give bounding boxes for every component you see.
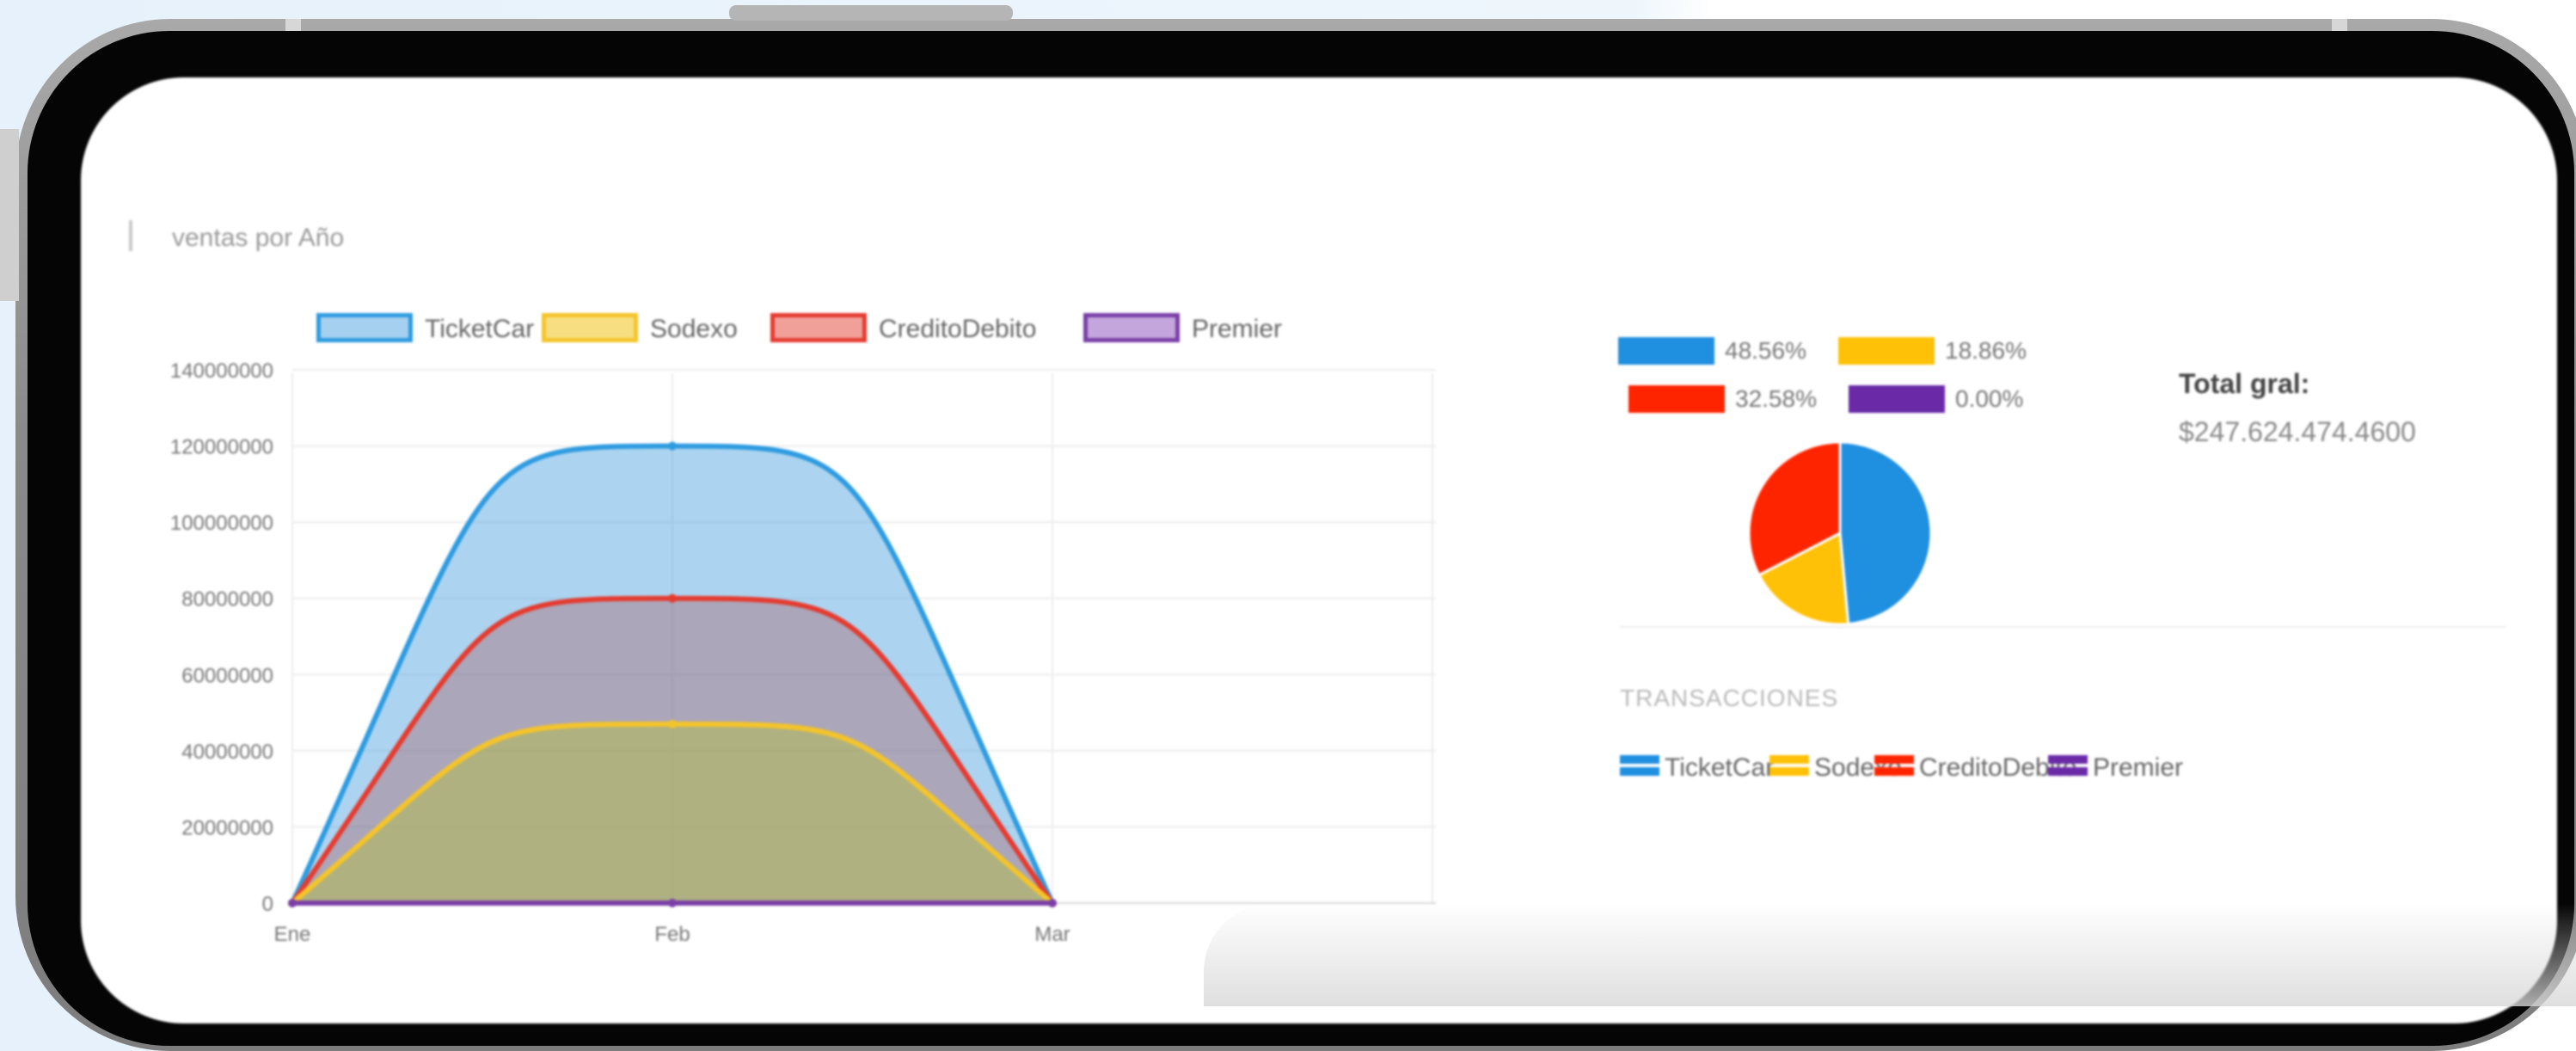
legend-swatch [1083, 313, 1180, 342]
data-point [668, 899, 677, 907]
y-tick-label: 120000000 [170, 436, 273, 459]
legend-label: Premier [1192, 315, 1283, 343]
y-tick-label: 40000000 [181, 741, 273, 764]
transactions-legend-label: TicketCar [1665, 753, 1775, 782]
data-point [668, 593, 677, 603]
legend-lines-icon [2048, 755, 2088, 779]
y-tick-label: 100000000 [170, 512, 273, 535]
pie-legend-swatch [1628, 385, 1725, 413]
legend-label: Sodexo [650, 315, 738, 343]
total-value: $247.624.474.4600 [2179, 416, 2416, 447]
data-point [288, 899, 297, 907]
legend-lines-icon [1874, 755, 1914, 779]
section-divider [1620, 626, 2505, 628]
data-point [668, 719, 677, 728]
legend-swatch [542, 313, 638, 342]
y-tick-label: 20000000 [181, 816, 273, 839]
transactions-title: TRANSACCIONES [1620, 685, 1839, 711]
data-point [1048, 899, 1057, 907]
share-pie-chart [1747, 440, 1933, 626]
y-tick-label: 80000000 [181, 588, 273, 612]
pie-legend-label: 0.00% [1955, 385, 2024, 412]
pie-legend-label: 32.58% [1735, 385, 1817, 412]
volume-button [0, 129, 19, 301]
legend-swatch [770, 313, 867, 342]
pie-legend-swatch [1849, 385, 1945, 413]
y-tick-label: 140000000 [170, 360, 273, 383]
x-tick-label: Ene [274, 923, 311, 946]
y-tick-label: 60000000 [181, 664, 273, 687]
y-tick-label: 0 [262, 893, 273, 916]
x-tick-label: Feb [654, 923, 690, 946]
legend-lines-icon [1769, 755, 1809, 779]
pie-legend-label: 48.56% [1725, 337, 1806, 364]
title-marker [129, 220, 132, 251]
pie-legend-swatch [1618, 337, 1714, 365]
bottom-shadow [1204, 903, 2576, 1006]
transactions-legend-label: Premier [2093, 753, 2184, 782]
pie-slice [1838, 440, 1933, 626]
power-button [729, 5, 1013, 21]
legend-swatch [316, 313, 413, 342]
legend-label: TicketCar [425, 315, 535, 343]
pie-legend-swatch [1838, 337, 1935, 365]
pie-legend-label: 18.86% [1945, 337, 2027, 364]
data-point [668, 441, 677, 451]
x-tick-label: Mar [1034, 923, 1070, 946]
sales-area-chart: 0 20000000 40000000 60000000 80000000 1000000… [170, 360, 1436, 946]
chart-title: ventas por Año [172, 224, 345, 252]
total-label: Total gral: [2179, 368, 2310, 399]
legend-label: CreditoDebito [879, 315, 1037, 343]
legend-lines-icon [1620, 755, 1659, 779]
